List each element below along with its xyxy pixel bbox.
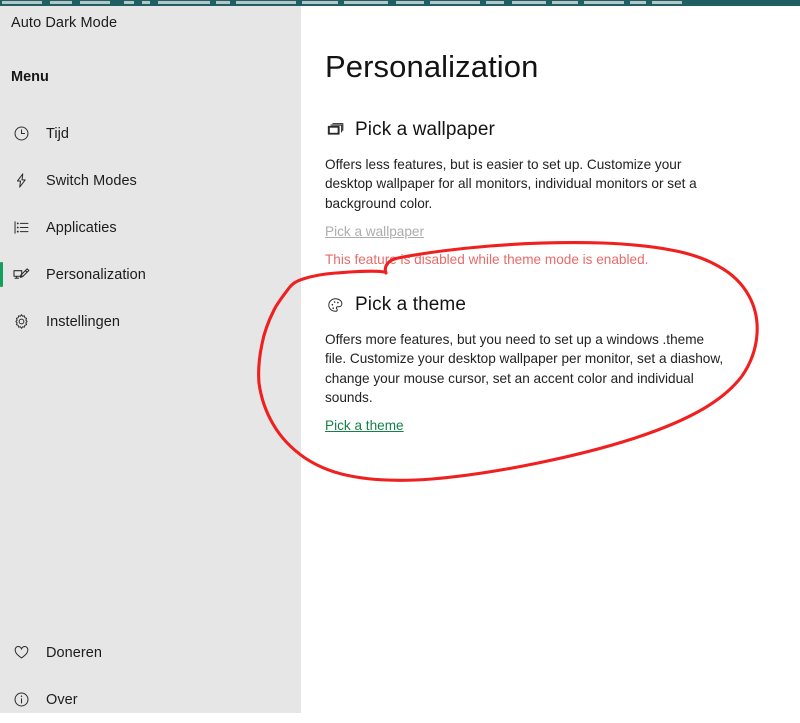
sidebar-item-over[interactable]: Over <box>0 676 301 723</box>
personalize-icon <box>8 266 34 284</box>
selection-indicator <box>0 262 3 287</box>
section-description: Offers less features, but is easier to s… <box>325 155 725 213</box>
sidebar-item-personalization[interactable]: Personalization <box>0 251 301 298</box>
main-content: Personalization Pick a wallpaper Offers … <box>301 6 800 713</box>
sidebar-item-label: Applicaties <box>46 220 117 236</box>
sidebar-item-label: Doneren <box>46 645 102 661</box>
sidebar: Auto Dark Mode Menu Tijd S <box>0 6 301 713</box>
page-title: Personalization <box>325 49 538 85</box>
monitor-icon <box>325 122 345 139</box>
sidebar-item-label: Instellingen <box>46 314 120 330</box>
sidebar-nav: Tijd Switch Modes <box>0 110 301 345</box>
pick-a-theme-link[interactable]: Pick a theme <box>325 418 404 433</box>
sidebar-item-applicaties[interactable]: Applicaties <box>0 204 301 251</box>
sidebar-item-doneren[interactable]: Doneren <box>0 629 301 676</box>
info-icon <box>8 691 34 708</box>
auto-dark-mode-window: Auto Dark Mode Menu Tijd S <box>0 6 800 713</box>
menu-heading: Menu <box>11 69 49 85</box>
gear-icon <box>8 313 34 330</box>
section-description: Offers more features, but you need to se… <box>325 330 725 407</box>
clock-icon <box>8 125 34 142</box>
sidebar-item-label: Switch Modes <box>46 173 137 189</box>
sidebar-item-instellingen[interactable]: Instellingen <box>0 298 301 345</box>
section-title: Pick a theme <box>355 294 466 316</box>
section-header: Pick a wallpaper <box>325 118 745 142</box>
lightning-icon <box>8 172 34 189</box>
sidebar-item-label: Personalization <box>46 267 146 283</box>
sidebar-item-switch-modes[interactable]: Switch Modes <box>0 157 301 204</box>
sidebar-item-label: Over <box>46 692 78 708</box>
sidebar-item-label: Tijd <box>46 126 69 142</box>
sidebar-item-tijd[interactable]: Tijd <box>0 110 301 157</box>
heart-icon <box>8 644 34 661</box>
section-pick-a-wallpaper: Pick a wallpaper Offers less features, b… <box>325 118 745 267</box>
list-icon <box>8 219 34 236</box>
wallpaper-disabled-warning: This feature is disabled while theme mod… <box>325 252 745 267</box>
section-pick-a-theme: Pick a theme Offers more features, but y… <box>325 293 745 435</box>
section-header: Pick a theme <box>325 293 745 317</box>
pick-a-wallpaper-link[interactable]: Pick a wallpaper <box>325 224 424 239</box>
sidebar-nav-bottom: Doneren Over <box>0 629 301 723</box>
palette-icon <box>325 297 345 314</box>
section-title: Pick a wallpaper <box>355 119 495 141</box>
